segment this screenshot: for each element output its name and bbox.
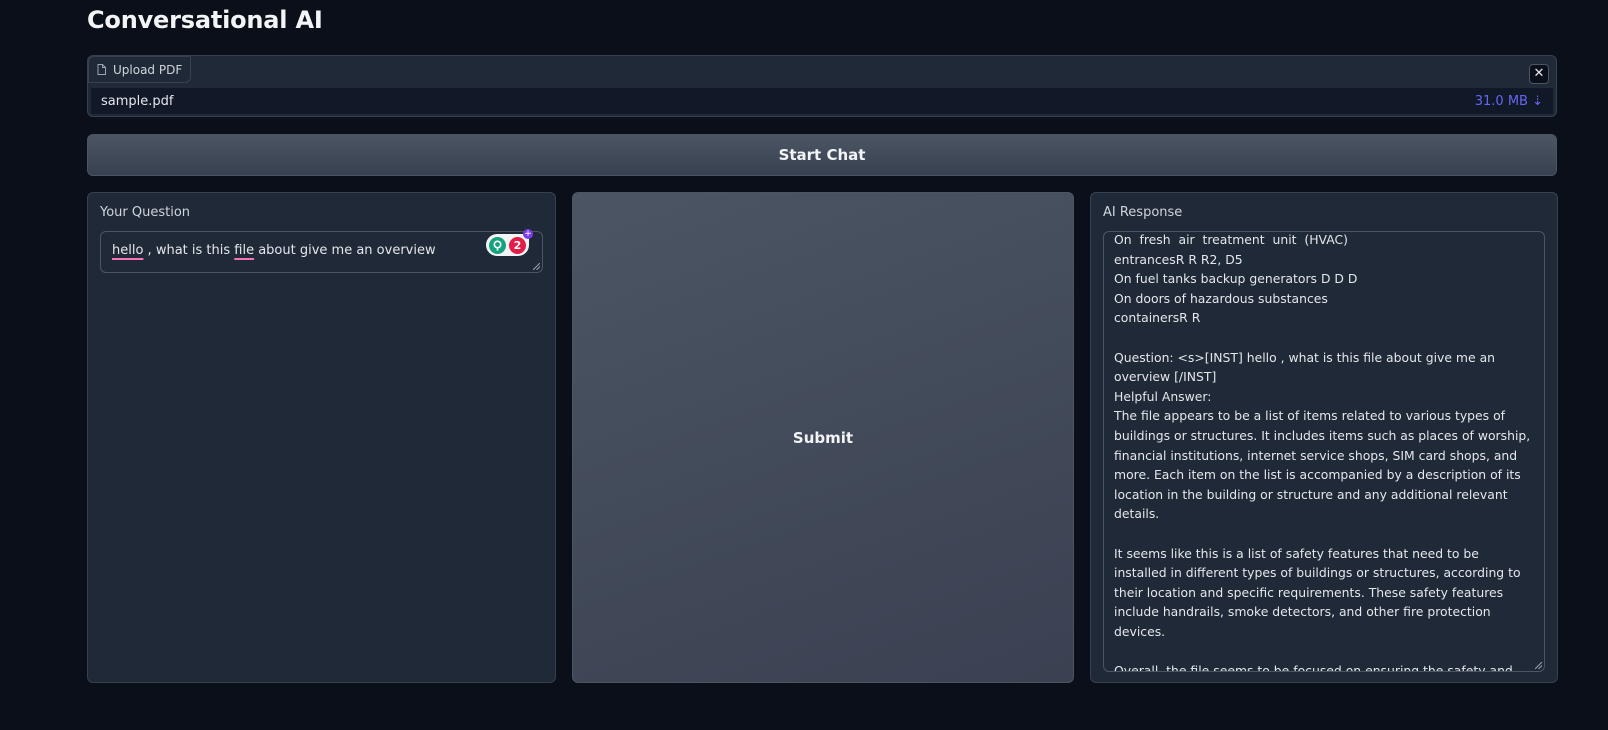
question-word: hello bbox=[112, 243, 144, 258]
plus-icon: + bbox=[523, 229, 533, 239]
question-text: about give me an overview bbox=[254, 243, 436, 258]
question-label: Your Question bbox=[100, 205, 191, 220]
grammar-checker-widget[interactable]: 2 + bbox=[486, 229, 533, 256]
resize-handle-icon[interactable] bbox=[533, 263, 540, 270]
question-panel: Your Question hello , what is this file … bbox=[87, 192, 556, 683]
question-input[interactable]: hello , what is this file about give me … bbox=[100, 229, 543, 273]
upload-label: Upload PDF bbox=[88, 56, 192, 83]
question-word: file bbox=[234, 243, 255, 258]
pdf-upload[interactable]: Upload PDF ✕ sample.pdf 31.0 MB ⇣ bbox=[87, 55, 1557, 117]
resize-handle-icon[interactable] bbox=[1535, 662, 1542, 669]
start-chat-button[interactable]: Start Chat bbox=[87, 134, 1557, 176]
file-size-download-link[interactable]: 31.0 MB ⇣ bbox=[1475, 94, 1543, 109]
response-output[interactable]: On fresh air treatment unit (HVAC) entra… bbox=[1103, 231, 1545, 672]
response-panel: AI Response On fresh air treatment unit … bbox=[1090, 192, 1558, 683]
uploaded-file-row: sample.pdf 31.0 MB ⇣ bbox=[91, 88, 1553, 114]
close-icon: ✕ bbox=[1533, 66, 1545, 81]
clear-file-button[interactable]: ✕ bbox=[1529, 64, 1549, 84]
submit-button[interactable]: Submit bbox=[572, 192, 1074, 683]
response-text: On fresh air treatment unit (HVAC) entra… bbox=[1114, 232, 1531, 672]
grammar-count-badge: 2 bbox=[509, 236, 526, 254]
question-text: , what is this bbox=[143, 243, 235, 258]
grammar-logo-icon bbox=[489, 236, 506, 254]
file-name: sample.pdf bbox=[101, 93, 174, 109]
file-icon bbox=[97, 64, 106, 75]
response-label: AI Response bbox=[1103, 205, 1183, 220]
page-title: Conversational AI bbox=[87, 6, 323, 34]
upload-label-text: Upload PDF bbox=[113, 62, 183, 77]
